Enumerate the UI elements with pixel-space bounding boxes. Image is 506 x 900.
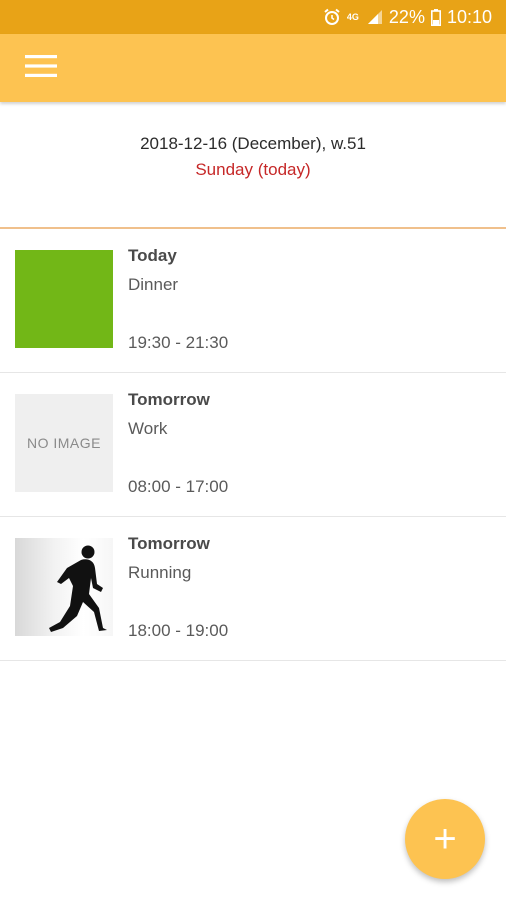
date-label: 2018-12-16 (December), w.51 xyxy=(140,134,366,153)
day-label: Sunday (today) xyxy=(195,160,311,179)
runner-silhouette-image xyxy=(15,538,113,636)
clock: 10:10 xyxy=(446,6,492,27)
event-day-label: Tomorrow xyxy=(128,534,210,553)
signal-icon xyxy=(367,9,383,25)
event-time-range: 08:00 - 17:00 xyxy=(128,477,229,496)
hamburger-menu-icon xyxy=(25,54,57,83)
app-bar xyxy=(0,34,506,102)
event-title: Work xyxy=(128,419,168,438)
event-list: Today Dinner 19:30 - 21:30 NO IMAGE Tomo… xyxy=(0,229,506,661)
event-day-label: Tomorrow xyxy=(128,390,210,409)
event-title: Running xyxy=(128,563,192,582)
battery-percent: 22% xyxy=(388,6,425,27)
network-4g-icon: 4G xyxy=(346,11,361,22)
event-title: Dinner xyxy=(128,275,179,294)
no-image-placeholder: NO IMAGE xyxy=(15,394,113,492)
add-icon: + xyxy=(433,816,457,861)
menu-button[interactable] xyxy=(18,50,64,86)
event-thumbnail-color-swatch xyxy=(15,250,113,348)
status-bar: 4G 22% 10:10 xyxy=(0,0,506,34)
alarm-icon xyxy=(323,8,341,26)
event-item-running[interactable]: Tomorrow Running 18:00 - 19:00 xyxy=(0,517,506,661)
event-item-work[interactable]: NO IMAGE Tomorrow Work 08:00 - 17:00 xyxy=(0,373,506,517)
network-label: 4G xyxy=(346,11,359,22)
add-event-fab[interactable]: + xyxy=(405,799,485,879)
event-day-label: Today xyxy=(128,246,177,265)
battery-icon xyxy=(430,8,441,26)
no-image-label: NO IMAGE xyxy=(26,435,101,451)
event-time-range: 19:30 - 21:30 xyxy=(128,333,229,352)
event-item-dinner[interactable]: Today Dinner 19:30 - 21:30 xyxy=(0,229,506,373)
event-time-range: 18:00 - 19:00 xyxy=(128,621,229,640)
date-header: 2018-12-16 (December), w.51 Sunday (toda… xyxy=(0,103,506,227)
